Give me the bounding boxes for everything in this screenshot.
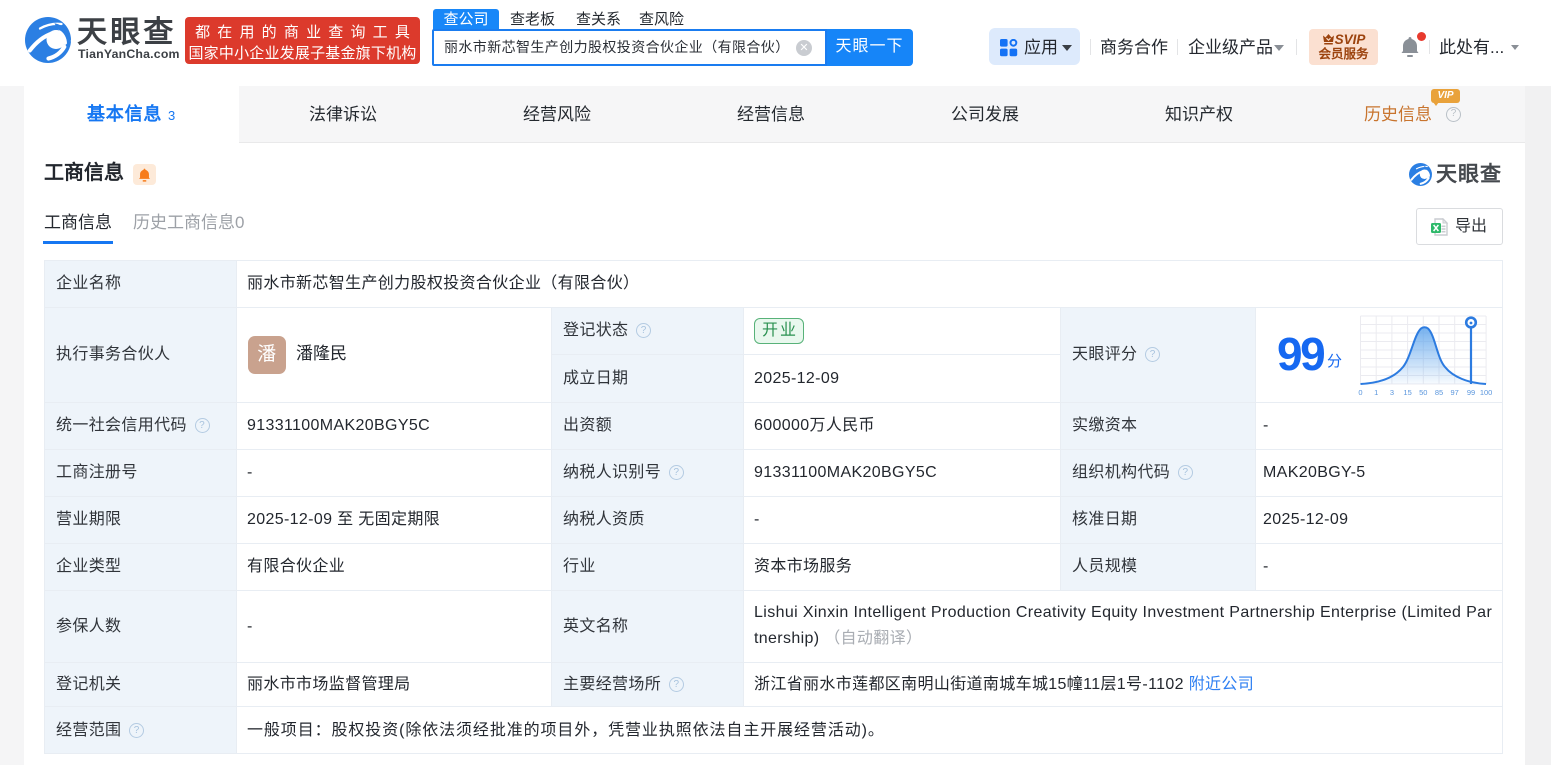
svg-text:97: 97: [1451, 388, 1459, 397]
svg-text:100: 100: [1480, 388, 1492, 397]
svg-text:50: 50: [1419, 388, 1427, 397]
svg-text:15: 15: [1403, 388, 1411, 397]
svg-text:1: 1: [1374, 388, 1378, 397]
svg-text:99: 99: [1467, 388, 1475, 397]
svg-text:0: 0: [1358, 388, 1362, 397]
svg-text:3: 3: [1390, 388, 1394, 397]
svg-text:85: 85: [1435, 388, 1443, 397]
